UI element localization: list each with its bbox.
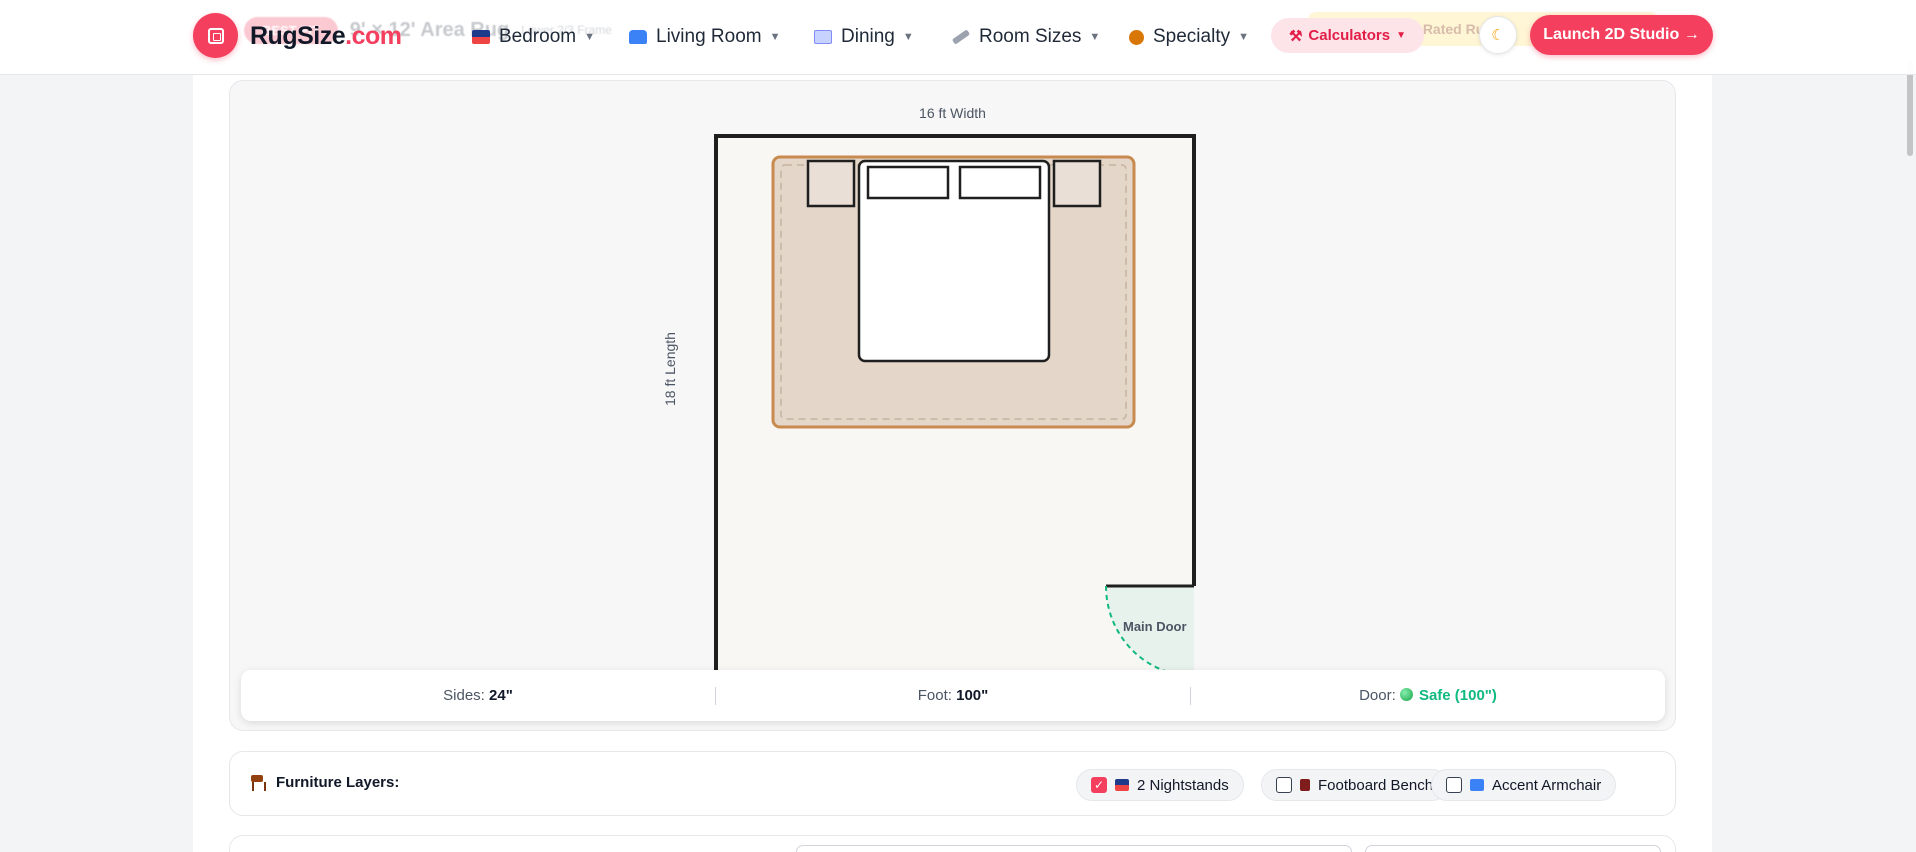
layer-toggle-nightstands[interactable]: ✓ 2 Nightstands — [1076, 769, 1244, 801]
next-section-select[interactable] — [1365, 845, 1661, 852]
checkbox[interactable] — [1276, 777, 1292, 793]
nav-room-sizes[interactable]: Room Sizes ▼ — [951, 24, 1101, 50]
nav-bedroom[interactable]: Bedroom ▼ — [472, 24, 595, 50]
pillow-right — [958, 165, 1042, 200]
checkbox[interactable]: ✓ — [1091, 777, 1107, 793]
nav-dining[interactable]: Dining ▼ — [814, 24, 914, 50]
chevron-down-icon: ▼ — [584, 31, 595, 43]
nav-specialty[interactable]: Specialty ▼ — [1129, 24, 1249, 50]
site-header: BEST FIT 9' × 12' Area Rug Lower 2/3 Fra… — [0, 0, 1916, 75]
status-dot-icon — [1399, 688, 1413, 701]
tools-icon: ⚒ — [1288, 27, 1303, 45]
floor-plan-card: 16 ft Width 18 ft Length Main Door Sides… — [229, 80, 1676, 731]
layer-toggle-accent-armchair[interactable]: Accent Armchair — [1431, 769, 1617, 801]
nav-living-room[interactable]: Living Room ▼ — [629, 24, 781, 50]
logo-text[interactable]: RugSize.com — [250, 22, 402, 51]
chevron-down-icon: ▼ — [902, 31, 914, 43]
chair-icon — [1300, 779, 1310, 791]
teddy-bear-icon — [1129, 29, 1144, 45]
door-label: Main Door — [1123, 619, 1187, 634]
nightstand-left — [806, 159, 856, 208]
stat-foot: Foot: 100" — [917, 687, 989, 704]
pillow-left — [866, 165, 950, 200]
bed-icon — [472, 30, 490, 44]
launch-studio-button[interactable]: Launch 2D Studio → — [1530, 15, 1713, 55]
layers-title: Furniture Layers: — [250, 774, 399, 791]
stool-icon — [250, 774, 266, 791]
floor-plan-canvas[interactable] — [230, 81, 1676, 731]
chevron-down-icon: ▼ — [1238, 31, 1249, 43]
calculators-button[interactable]: ⚒ Calculators ▼ — [1271, 18, 1424, 53]
armchair-icon — [1470, 779, 1484, 791]
furniture-layers-card: Furniture Layers: ✓ 2 Nightstands Footbo… — [229, 751, 1676, 816]
dining-icon — [814, 30, 832, 44]
moon-icon: ☾ — [1491, 27, 1505, 44]
theme-toggle-button[interactable]: ☾ — [1479, 16, 1517, 54]
stat-sides: Sides: 24" — [443, 687, 513, 704]
ruler-icon — [951, 29, 971, 45]
clearance-stats-bar: Sides: 24" Foot: 100" Door: Safe (100") — [241, 670, 1665, 721]
logo-icon[interactable] — [193, 13, 238, 58]
chevron-down-icon: ▼ — [1396, 30, 1407, 41]
stat-door: Door: Safe (100") — [1359, 687, 1497, 704]
sofa-icon — [629, 30, 647, 44]
bed-icon — [1115, 779, 1129, 791]
chevron-down-icon: ▼ — [769, 31, 781, 43]
layer-toggle-footboard-bench[interactable]: Footboard Bench — [1261, 769, 1449, 801]
nightstand-right — [1052, 159, 1102, 208]
chevron-down-icon: ▼ — [1089, 31, 1101, 43]
checkbox[interactable] — [1446, 777, 1462, 793]
next-section-input[interactable] — [796, 845, 1352, 852]
